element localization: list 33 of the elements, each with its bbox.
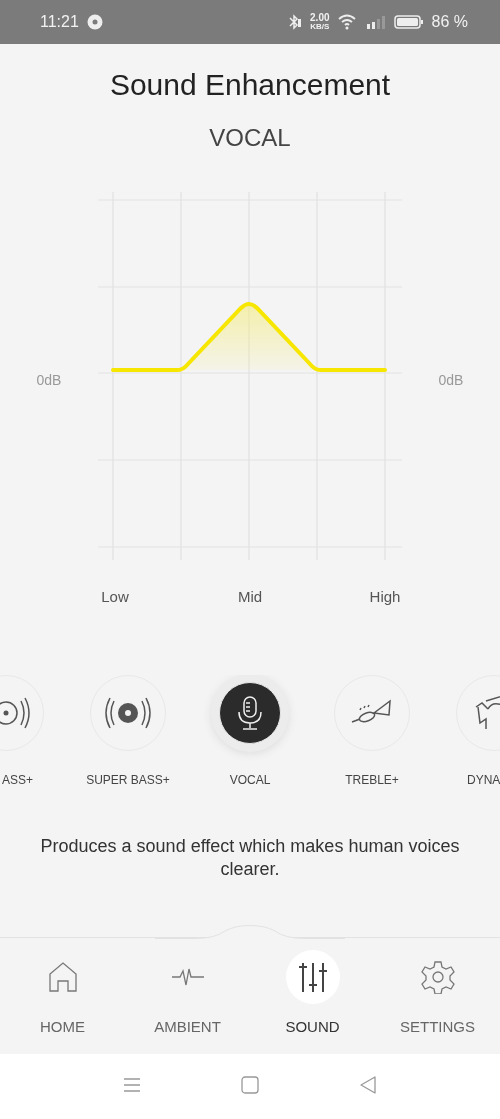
preset-label: TREBLE+	[345, 773, 399, 787]
db-label: 0dB	[35, 372, 63, 388]
preset-description: Produces a sound effect which makes human voices clearer.	[39, 835, 461, 881]
signal-icon	[365, 14, 386, 30]
preset-label: ASS+	[1, 773, 33, 787]
wifi-icon	[337, 14, 358, 30]
page-title: Sound Enhancement	[108, 68, 392, 102]
clock-time: 11:21	[40, 13, 79, 31]
back-icon[interactable]	[359, 1075, 377, 1094]
bluetooth-icon	[288, 14, 303, 30]
frequency-label: High	[368, 588, 402, 605]
preset-name: VOCAL	[208, 124, 292, 152]
nav-tab[interactable]: SETTINGS	[375, 938, 500, 1054]
speed-unit: KB/S	[310, 23, 330, 31]
nav-tab[interactable]: AMBIENT	[125, 938, 250, 1054]
preset-label: SUPER BASS+	[86, 773, 170, 787]
home-button-icon[interactable]	[241, 1075, 259, 1094]
frequency-label: Mid	[236, 588, 264, 605]
network-speed: 2.00	[310, 13, 330, 23]
settings-icon	[420, 960, 455, 994]
menu-icon[interactable]	[123, 1076, 141, 1093]
battery-icon	[393, 14, 424, 30]
sliders-icon	[296, 961, 329, 993]
home-icon	[47, 961, 78, 993]
nav-tab[interactable]: HOME	[0, 938, 125, 1054]
disc-icon	[86, 14, 103, 30]
preset-label: VOCAL	[229, 773, 271, 787]
db-label: 0dB	[437, 372, 465, 388]
nav-tab[interactable]: SOUND	[250, 938, 375, 1054]
battery-percent: 86 %	[431, 13, 468, 31]
preset-label: DYNA	[467, 773, 500, 787]
microphone-icon	[236, 695, 264, 731]
frequency-label: Low	[100, 588, 130, 605]
